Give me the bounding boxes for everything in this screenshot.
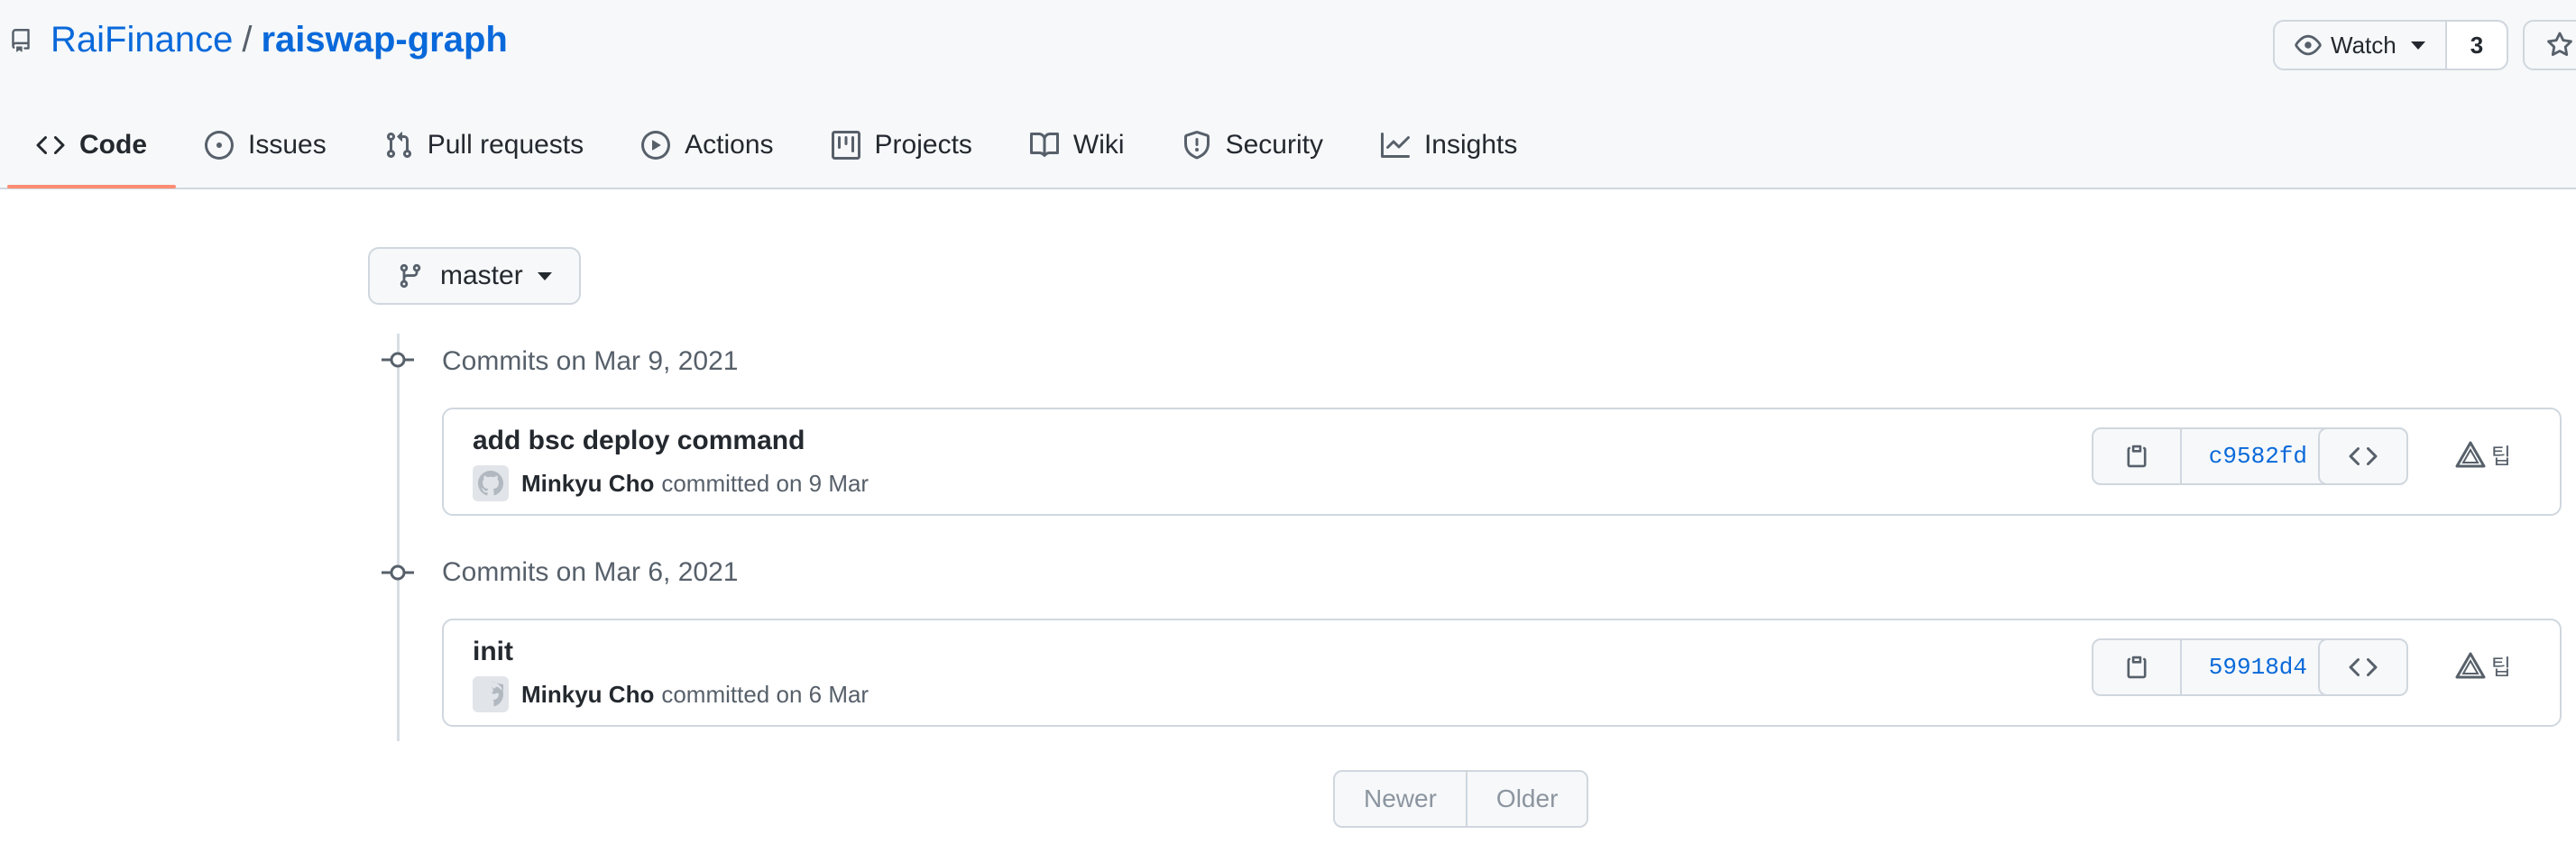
watch-button[interactable]: Watch bbox=[2275, 22, 2447, 69]
commit-item: init Minkyu Cho committed on 6 Mar 59918… bbox=[442, 619, 2562, 727]
author-link[interactable]: Minkyu Cho bbox=[521, 470, 654, 498]
commit-item: add bsc deploy command Minkyu Cho commit… bbox=[442, 408, 2562, 516]
avatar[interactable] bbox=[473, 676, 509, 712]
shield-icon bbox=[1183, 131, 1210, 160]
sha-group: 59918d4 bbox=[2091, 638, 2336, 696]
browse-repo-button[interactable] bbox=[2318, 638, 2408, 696]
tab-label: Wiki bbox=[1072, 130, 1125, 160]
commit-icon bbox=[382, 564, 414, 581]
repo-header: RaiFinance / raiswap-graph Watch 3 Code … bbox=[0, 0, 2576, 189]
commit-meta: Minkyu Cho committed on 9 Mar bbox=[473, 465, 869, 501]
branch-select-button[interactable]: master bbox=[368, 247, 581, 305]
extension-icons: 팁 bbox=[2455, 649, 2511, 681]
commit-group-title: Commits on Mar 6, 2021 bbox=[442, 557, 739, 587]
author-link[interactable]: Minkyu Cho bbox=[521, 681, 654, 709]
warning-triangle-icon[interactable] bbox=[2455, 652, 2486, 679]
play-icon bbox=[641, 131, 671, 160]
commit-date: committed on 9 Mar bbox=[661, 469, 869, 497]
chevron-down-icon bbox=[537, 271, 552, 280]
pagination: Newer Older bbox=[1333, 770, 1589, 828]
copy-sha-button[interactable] bbox=[2093, 640, 2182, 694]
timeline-line bbox=[397, 334, 400, 741]
code-icon bbox=[2349, 446, 2378, 466]
github-avatar-icon bbox=[478, 471, 503, 496]
tab-security[interactable]: Security bbox=[1154, 117, 1352, 173]
tab-label: Insights bbox=[1423, 130, 1518, 160]
code-icon bbox=[2349, 657, 2378, 677]
graph-icon bbox=[1380, 133, 1410, 158]
eye-icon bbox=[2295, 34, 2322, 56]
repo-title: RaiFinance / raiswap-graph bbox=[9, 20, 508, 60]
commit-group-title: Commits on Mar 9, 2021 bbox=[442, 346, 739, 376]
watch-count[interactable]: 3 bbox=[2446, 22, 2507, 69]
watch-group: Watch 3 bbox=[2273, 20, 2509, 70]
book-icon bbox=[1029, 132, 1059, 157]
tab-label: Pull requests bbox=[427, 130, 584, 160]
warning-triangle-icon[interactable] bbox=[2455, 441, 2486, 468]
repo-nav-tabs: Code Issues Pull requests Actions Projec… bbox=[7, 117, 1546, 189]
commit-date: committed on 6 Mar bbox=[661, 680, 869, 708]
tab-label: Code bbox=[79, 130, 147, 160]
commit-sha-link[interactable]: c9582fd bbox=[2182, 429, 2334, 483]
repo-icon bbox=[12, 28, 30, 52]
star-button[interactable] bbox=[2523, 20, 2576, 70]
tab-issues[interactable]: Issues bbox=[176, 117, 355, 173]
avatar[interactable] bbox=[473, 465, 509, 501]
tab-label: Issues bbox=[248, 130, 327, 160]
star-icon bbox=[2547, 32, 2572, 57]
copy-sha-button[interactable] bbox=[2093, 429, 2182, 483]
github-avatar-icon bbox=[491, 682, 503, 707]
code-icon bbox=[36, 135, 65, 155]
tab-pull-requests[interactable]: Pull requests bbox=[355, 117, 612, 173]
project-icon bbox=[831, 131, 860, 160]
tab-actions[interactable]: Actions bbox=[612, 117, 802, 173]
clipboard-icon bbox=[2127, 445, 2147, 468]
tab-code[interactable]: Code bbox=[7, 117, 176, 188]
chevron-down-icon bbox=[2410, 41, 2425, 50]
branch-label: master bbox=[440, 261, 523, 290]
tab-label: Projects bbox=[874, 130, 972, 160]
repo-name-link[interactable]: raiswap-graph bbox=[261, 20, 507, 60]
commit-sha-link[interactable]: 59918d4 bbox=[2182, 640, 2334, 694]
sha-group: c9582fd bbox=[2091, 427, 2336, 485]
commit-meta: Minkyu Cho committed on 6 Mar bbox=[473, 676, 869, 712]
tab-wiki[interactable]: Wiki bbox=[1001, 117, 1154, 173]
tab-label: Actions bbox=[685, 130, 774, 160]
browse-repo-button[interactable] bbox=[2318, 427, 2408, 485]
watch-label: Watch bbox=[2331, 31, 2397, 59]
issue-icon bbox=[205, 131, 234, 160]
older-button[interactable]: Older bbox=[1465, 772, 1587, 826]
commit-icon bbox=[382, 352, 414, 368]
tab-insights[interactable]: Insights bbox=[1352, 117, 1546, 173]
branch-icon bbox=[400, 263, 421, 289]
repo-separator: / bbox=[242, 20, 253, 60]
tab-label: Security bbox=[1225, 130, 1323, 160]
commit-message-link[interactable]: init bbox=[473, 637, 513, 667]
newer-button[interactable]: Newer bbox=[1335, 772, 1466, 826]
extension-icons: 팁 bbox=[2455, 438, 2511, 470]
extension-label[interactable]: 팁 bbox=[2491, 649, 2511, 681]
repo-owner-link[interactable]: RaiFinance bbox=[51, 20, 233, 60]
clipboard-icon bbox=[2127, 656, 2147, 679]
extension-label[interactable]: 팁 bbox=[2491, 438, 2511, 470]
tab-projects[interactable]: Projects bbox=[803, 117, 1001, 173]
pull-request-icon bbox=[386, 132, 411, 159]
commit-message-link[interactable]: add bsc deploy command bbox=[473, 426, 805, 456]
